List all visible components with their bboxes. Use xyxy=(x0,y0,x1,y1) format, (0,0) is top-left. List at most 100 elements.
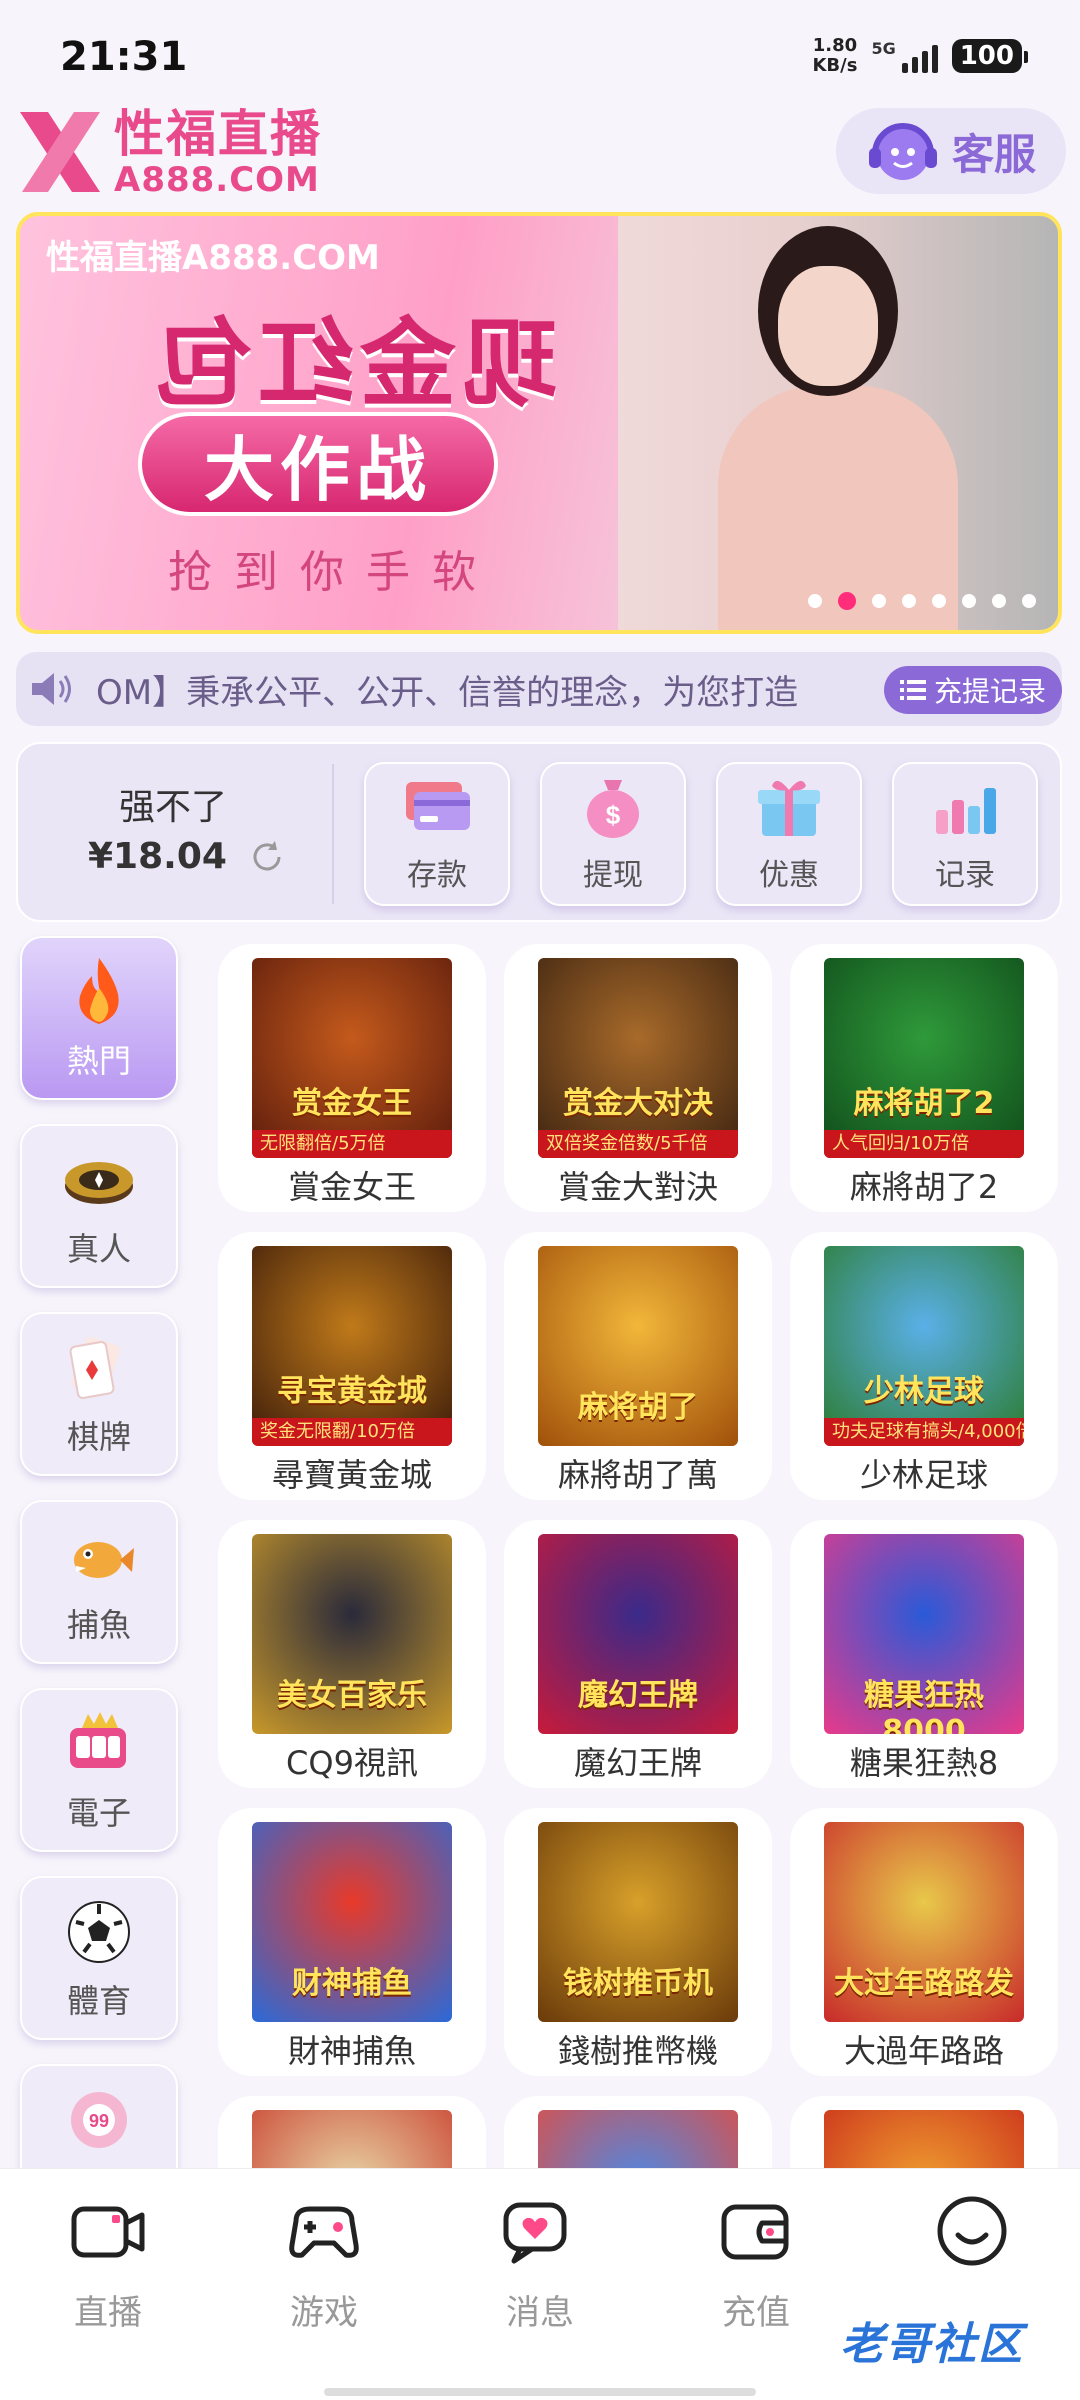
game-thumbnail: 糖果狂热8000 xyxy=(824,1534,1024,1734)
game-tag: 功夫足球有搞头/4,000倍 xyxy=(824,1418,1024,1446)
banner-dot[interactable] xyxy=(902,594,916,608)
flame-icon xyxy=(79,958,119,1024)
game-tag: 奖金无限翻/10万倍 xyxy=(252,1418,452,1446)
username: 强不了 xyxy=(118,787,227,828)
game-card[interactable]: 赏金女王 无限翻倍/5万倍賞金女王 xyxy=(218,944,486,1212)
game-card[interactable]: 美女百家乐 CQ9視訊 xyxy=(218,1520,486,1788)
logo-domain: A888.COM xyxy=(114,160,320,200)
game-thumbnail: 美女百家乐 xyxy=(252,1534,452,1734)
refresh-icon[interactable] xyxy=(247,837,287,877)
signal-icon: 5G xyxy=(871,39,938,73)
deposit-button[interactable]: 存款 xyxy=(364,762,510,906)
records-button[interactable]: 记录 xyxy=(892,762,1038,906)
category-label: 電子 xyxy=(66,1794,131,1832)
nav-messages[interactable]: 消息 xyxy=(460,2191,620,2334)
game-thumbnail: 麻将胡了2 人气回归/10万倍 xyxy=(824,958,1024,1158)
banner-dot[interactable] xyxy=(808,594,822,608)
banner-brand: 性福直播A888.COM xyxy=(46,238,380,278)
banner-pagination[interactable] xyxy=(808,592,1036,610)
game-name: 賞金大對決 xyxy=(557,1168,718,1206)
nav-games[interactable]: 游戏 xyxy=(244,2191,404,2334)
customer-service-button[interactable]: 客服 xyxy=(836,108,1066,194)
banner-dot[interactable] xyxy=(872,594,886,608)
category-label: 熱門 xyxy=(66,1042,131,1080)
game-card[interactable]: 钱树推币机錢樹推幣機 xyxy=(504,1808,772,2076)
customer-service-label: 客服 xyxy=(951,129,1036,179)
gift-icon xyxy=(758,780,820,836)
category-sidebar: 熱門真人棋牌捕魚電子體育99彩票 xyxy=(20,936,180,2252)
game-grid: 赏金女王 无限翻倍/5万倍 賞金女王 赏金大对决 双倍奖金倍数/5千倍 賞金大對決 麻将胡了… xyxy=(218,944,1060,2364)
game-name: 錢樹推幣機 xyxy=(557,2032,718,2070)
game-card[interactable]: 少林足球 功夫足球有搞头/4,000倍少林足球 xyxy=(790,1232,1058,1500)
banner-dot[interactable] xyxy=(992,594,1006,608)
chip-icon xyxy=(65,1162,133,1204)
category-chip[interactable]: 真人 xyxy=(20,1124,178,1288)
banner-title: 现金红包 xyxy=(150,308,558,420)
category-label: 捕魚 xyxy=(66,1606,131,1644)
withdraw-button[interactable]: $ 提现 xyxy=(540,762,686,906)
game-name: 財神捕魚 xyxy=(287,2032,416,2070)
category-slot-machine[interactable]: 電子 xyxy=(20,1688,178,1852)
bar-chart-icon xyxy=(936,788,996,834)
account-card: 强不了 ¥18.04 存款 $ 提现 优惠 记录 xyxy=(16,742,1062,922)
game-name: 麻將胡了萬 xyxy=(557,1456,718,1494)
logo-x-icon xyxy=(14,106,106,198)
money-bag-icon: $ xyxy=(587,780,639,838)
game-thumbnail: 麻将胡了 xyxy=(538,1246,738,1446)
game-card[interactable]: 赏金大对决 双倍奖金倍数/5千倍 賞金大對決 xyxy=(504,944,772,1212)
lottery-ball-icon: 99 xyxy=(71,2092,127,2148)
balance: ¥18.04 xyxy=(88,836,287,877)
game-name: 糖果狂熱8 xyxy=(849,1744,999,1782)
game-thumbnail: 赏金女王 无限翻倍/5万倍 xyxy=(252,958,452,1158)
category-fish[interactable]: 捕魚 xyxy=(20,1500,178,1664)
game-name: 賞金女王 xyxy=(287,1168,416,1206)
category-soccer-ball[interactable]: 體育 xyxy=(20,1876,178,2040)
nav-profile[interactable] xyxy=(892,2191,1052,2285)
app-header: 性福直播 A888.COM 客服 xyxy=(0,100,1080,210)
banner-dot[interactable] xyxy=(1022,594,1036,608)
game-thumbnail: 寻宝黄金城 奖金无限翻/10万倍 xyxy=(252,1246,452,1446)
game-name: 大過年路路 xyxy=(843,2032,1004,2070)
category-flame[interactable]: 熱門 xyxy=(20,936,178,1100)
banner-dot[interactable] xyxy=(838,592,856,610)
game-tag: 无限翻倍/5万倍 xyxy=(252,1130,452,1158)
banner-pill: 大作战 xyxy=(138,412,498,516)
game-name: 魔幻王牌 xyxy=(573,1744,702,1782)
slot-machine-icon xyxy=(70,1712,126,1768)
banner-dot[interactable] xyxy=(932,594,946,608)
game-card[interactable]: 麻将胡了 麻將胡了萬 xyxy=(504,1232,772,1500)
network-speed: 1.80 KB/s xyxy=(812,35,858,76)
game-card[interactable]: 魔幻王牌 魔幻王牌 xyxy=(504,1520,772,1788)
category-playing-card[interactable]: 棋牌 xyxy=(20,1312,178,1476)
game-card[interactable]: 寻宝黄金城 奖金无限翻/10万倍尋寶黃金城 xyxy=(218,1232,486,1500)
game-thumbnail: 少林足球 功夫足球有搞头/4,000倍 xyxy=(824,1246,1024,1446)
game-name: 尋寶黃金城 xyxy=(271,1456,432,1494)
svg-text:99: 99 xyxy=(89,2111,109,2131)
status-indicators: 1.80 KB/s 5G 100 xyxy=(812,35,1029,76)
svg-text:$: $ xyxy=(606,800,621,830)
promotion-button[interactable]: 优惠 xyxy=(716,762,862,906)
smile-icon xyxy=(937,2196,1007,2266)
game-thumbnail: 钱树推币机 xyxy=(538,1822,738,2022)
banner-dot[interactable] xyxy=(962,594,976,608)
chat-heart-icon xyxy=(503,2202,567,2264)
game-thumbnail: 魔幻王牌 xyxy=(538,1534,738,1734)
game-card[interactable]: 大过年路路发 大過年路路 xyxy=(790,1808,1058,2076)
battery-indicator: 100 xyxy=(951,39,1029,73)
nav-live[interactable]: 直播 xyxy=(28,2191,188,2334)
promo-banner[interactable]: 性福直播A888.COM 现金红包 大作战 抢到你手软 xyxy=(16,212,1062,634)
recharge-record-button[interactable]: 充提记录 xyxy=(883,666,1062,714)
announcement-bar[interactable]: OM】秉承公平、公开、信誉的理念，为您打造 充提记录 xyxy=(16,652,1062,726)
card-icon xyxy=(406,782,470,830)
status-bar: 21:31 1.80 KB/s 5G 100 xyxy=(0,0,1080,100)
game-card[interactable]: 糖果狂热8000 糖果狂熱8 xyxy=(790,1520,1058,1788)
gamepad-icon xyxy=(289,2206,359,2258)
game-name: 少林足球 xyxy=(859,1456,988,1494)
home-indicator[interactable] xyxy=(324,2388,756,2396)
game-card[interactable]: 财神捕鱼 財神捕魚 xyxy=(218,1808,486,2076)
headset-icon xyxy=(868,123,937,180)
nav-recharge[interactable]: 充值 xyxy=(676,2191,836,2334)
game-tag: 双倍奖金倍数/5千倍 xyxy=(538,1130,738,1158)
game-card[interactable]: 麻将胡了2 人气回归/10万倍 麻將胡了2 xyxy=(790,944,1058,1212)
game-tag: 人气回归/10万倍 xyxy=(824,1130,1024,1158)
